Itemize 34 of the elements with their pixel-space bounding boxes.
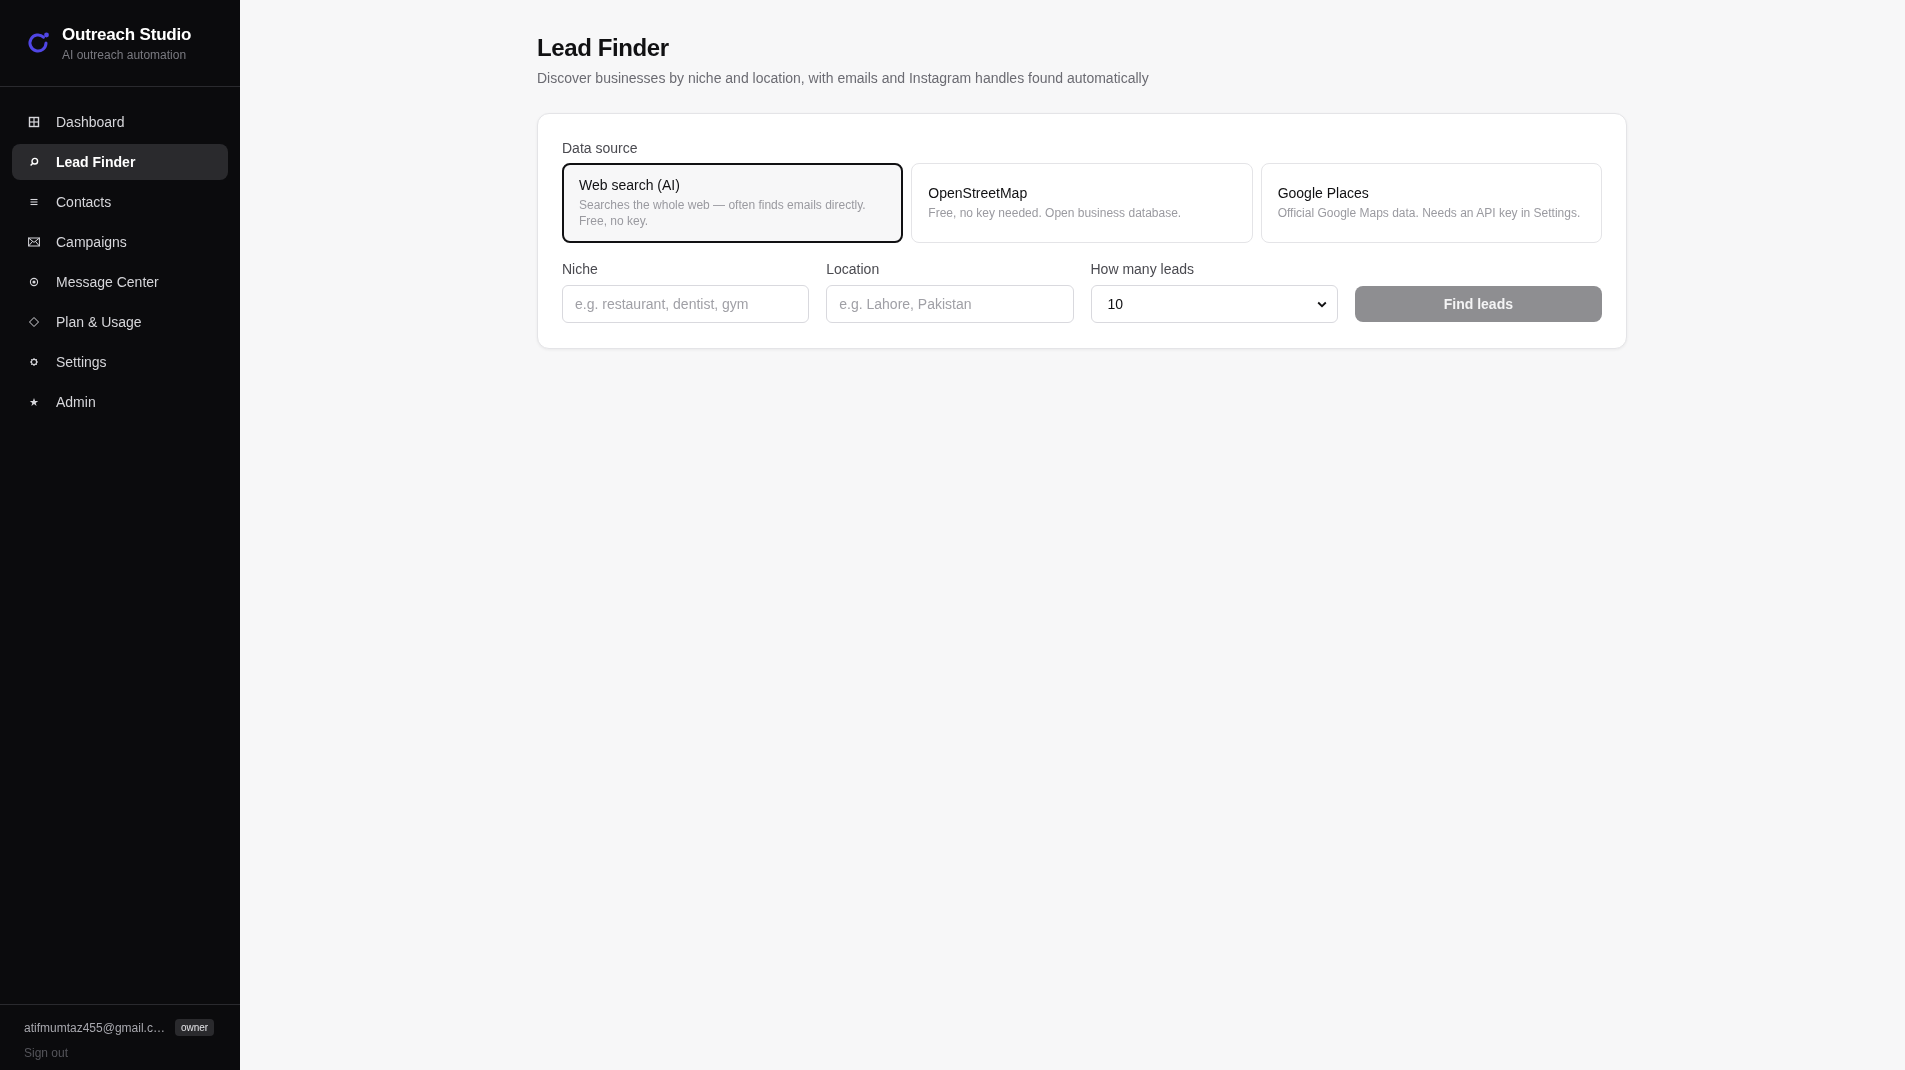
field-label: Niche: [562, 260, 599, 278]
diamond-icon: [28, 316, 40, 328]
target-icon: [28, 276, 40, 288]
source-option[interactable]: OpenStreetMap Free, no key needed. Open business database.: [911, 163, 1253, 243]
count-dropdown[interactable]: 10: [1090, 285, 1338, 323]
input-field[interactable]: e.g. Lahore, Pakistan: [826, 285, 1074, 323]
chevron-icon: [1316, 300, 1327, 308]
nav-item[interactable]: Plan & Usage: [12, 304, 228, 340]
nav-item[interactable]: Admin: [12, 384, 228, 420]
list-icon: [28, 196, 40, 208]
star-icon: [28, 396, 40, 408]
nav-item[interactable]: Settings: [12, 344, 228, 380]
app-subtitle: AI outreach automation: [62, 47, 188, 62]
grid-icon: [28, 116, 40, 128]
field-label: Location: [826, 260, 881, 278]
search-icon: [28, 156, 40, 168]
gear-icon: [28, 356, 40, 368]
ring-logo-icon: [26, 31, 50, 55]
nav-item[interactable]: Lead Finder: [12, 144, 228, 180]
input-field[interactable]: e.g. restaurant, dentist, gym: [562, 285, 810, 323]
nav-item[interactable]: Dashboard: [12, 104, 228, 140]
source-option[interactable]: Web search (AI) Searches the whole web — often finds emails directly. Free, no key.: [562, 163, 904, 243]
nav-item[interactable]: Message Center: [12, 264, 228, 300]
page-title: Lead Finder: [537, 33, 670, 63]
source-option[interactable]: Google Places Official Google Maps data. Needs an API key in Settings.: [1260, 163, 1602, 243]
user-email: atifmumtaz455@gmail.c…: [24, 1020, 165, 1035]
page-subtitle: Discover businesses by niche and location, with emails and Instagram handles found automatically: [537, 69, 1150, 87]
field-label: How many leads: [1090, 260, 1195, 278]
field-label: Data source: [562, 139, 639, 157]
app-title: Outreach Studio: [62, 24, 192, 45]
nav-item[interactable]: Contacts: [12, 184, 228, 220]
role-badge: owner: [174, 1019, 215, 1036]
nav-item[interactable]: Campaigns: [12, 224, 228, 260]
envelope-icon: [28, 236, 40, 248]
